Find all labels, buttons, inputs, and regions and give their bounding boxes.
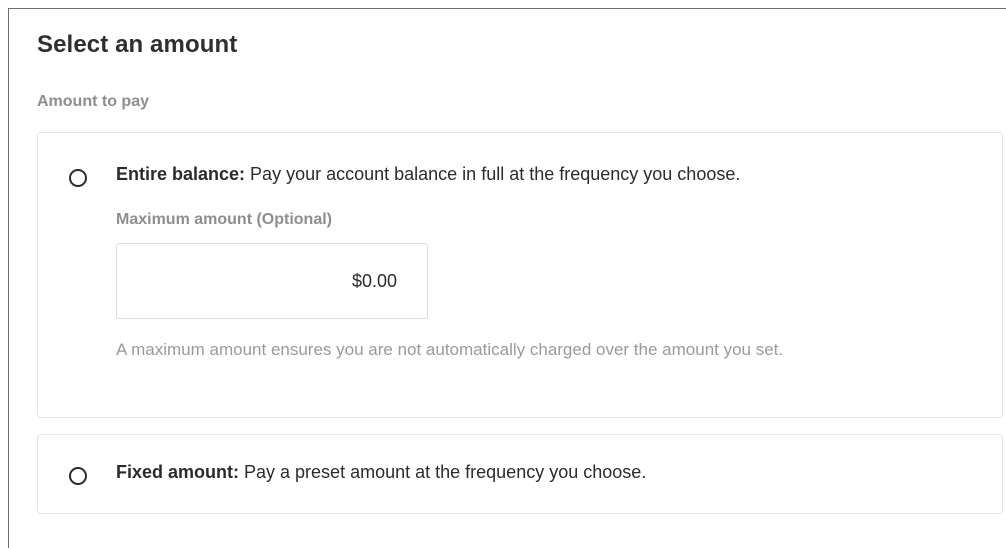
- entire-balance-option[interactable]: Entire balance: Pay your account balance…: [37, 132, 1003, 418]
- entire-balance-radio-icon[interactable]: [69, 169, 87, 187]
- fixed-amount-option[interactable]: Fixed amount: Pay a preset amount at the…: [37, 434, 1003, 514]
- amount-selection-panel: Select an amount Amount to pay Entire ba…: [8, 8, 1006, 548]
- maximum-amount-help-text: A maximum amount ensures you are not aut…: [116, 340, 784, 359]
- entire-balance-description: Pay your account balance in full at the …: [245, 164, 741, 184]
- fixed-amount-radio-icon[interactable]: [69, 467, 87, 485]
- maximum-amount-label: Maximum amount (Optional): [116, 211, 332, 228]
- fixed-amount-title: Fixed amount:: [116, 462, 240, 482]
- entire-balance-text[interactable]: Entire balance: Pay your account balance…: [116, 164, 740, 185]
- fixed-amount-text[interactable]: Fixed amount: Pay a preset amount at the…: [116, 462, 646, 483]
- fixed-amount-description: Pay a preset amount at the frequency you…: [239, 462, 647, 482]
- entire-balance-title: Entire balance:: [116, 164, 246, 184]
- page-title: Select an amount: [37, 31, 238, 58]
- amount-to-pay-label: Amount to pay: [37, 93, 149, 110]
- maximum-amount-input[interactable]: [116, 243, 428, 319]
